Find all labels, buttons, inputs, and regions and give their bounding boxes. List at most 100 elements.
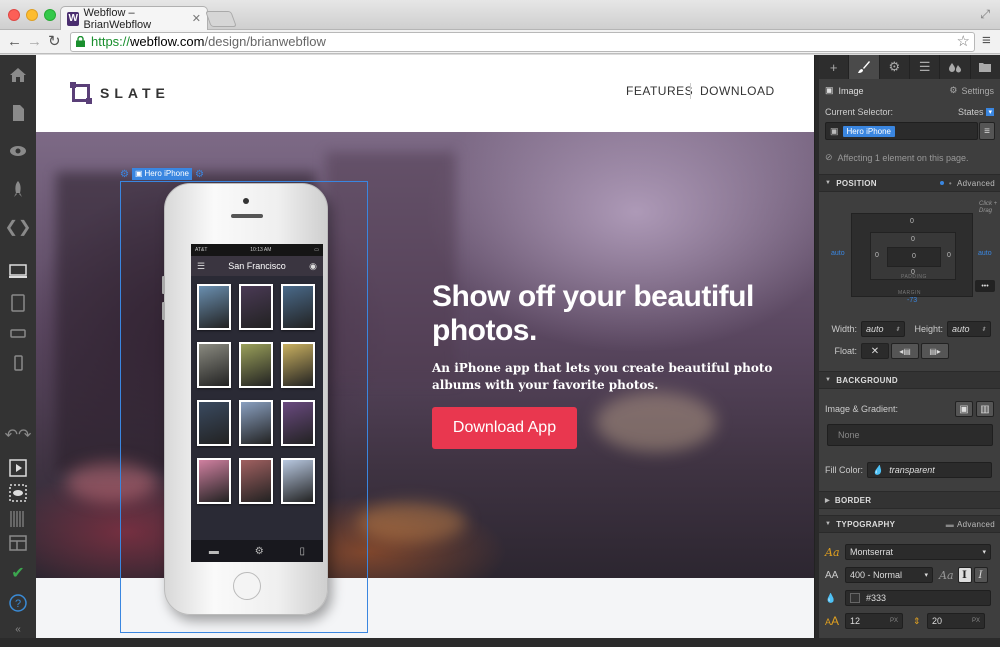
selector-field[interactable]: ▣ Hero iPhone xyxy=(825,122,978,140)
border-section-header[interactable]: ▶ BORDER xyxy=(819,491,1000,509)
selector-input[interactable]: ▣ Hero iPhone xyxy=(825,122,978,140)
navigator-tab[interactable]: ☰ xyxy=(910,55,941,79)
background-section-header[interactable]: ▼ BACKGROUND xyxy=(819,371,1000,389)
font-weight-select[interactable]: 400 - Normal ▾ xyxy=(845,567,933,583)
height-stepper-icon[interactable]: ⬍ xyxy=(981,326,986,333)
line-height-icon: ⇕ xyxy=(913,615,921,626)
settings-gear-icon[interactable]: ⚙ xyxy=(949,85,957,96)
code-icon[interactable]: ❮❯ xyxy=(0,209,36,245)
line-height-value: 20 xyxy=(932,616,943,626)
hero-subtitle[interactable]: An iPhone app that lets you create beaut… xyxy=(432,360,792,394)
download-app-button[interactable]: Download App xyxy=(432,407,577,449)
font-color-input[interactable]: #333 xyxy=(845,590,991,606)
lock-icon xyxy=(76,36,85,47)
padding-right-value[interactable]: 0 xyxy=(947,252,951,259)
selected-element-tag[interactable]: ⚙ ▣ Hero iPhone ⚙ xyxy=(120,168,204,180)
padding-left-value[interactable]: 0 xyxy=(875,252,879,259)
bookmark-star-icon[interactable]: ☆ xyxy=(957,33,970,51)
font-family-select[interactable]: Montserrat ▾ xyxy=(845,544,991,560)
selector-chip[interactable]: Hero iPhone xyxy=(842,125,895,137)
box-model-editor[interactable]: 0 0 0 0 0 0 PADDING MARGIN xyxy=(851,213,973,297)
fill-color-input[interactable]: 💧 transparent xyxy=(867,462,993,478)
browser-menu-icon[interactable]: ≡ xyxy=(982,32,991,49)
site-navbar[interactable]: SLATE FEATURES DOWNLOAD xyxy=(36,55,814,132)
element-settings-icon[interactable]: ⚙ xyxy=(120,169,129,180)
nav-link-features[interactable]: FEATURES xyxy=(626,84,693,98)
position-advanced-toggle[interactable]: • Advanced xyxy=(939,179,995,188)
height-label: Height: xyxy=(914,324,943,334)
add-elements-tab[interactable]: + xyxy=(819,55,850,79)
margin-bottom-value[interactable]: -73 xyxy=(907,297,917,304)
desktop-view-icon[interactable] xyxy=(0,253,36,289)
modified-dot-icon xyxy=(939,181,944,185)
slate-logo-icon[interactable] xyxy=(70,82,92,104)
padding-box: 0 0 0 0 0 PADDING xyxy=(870,232,956,280)
zoom-window-button[interactable] xyxy=(44,9,56,21)
browser-tab[interactable]: W Webflow – BrianWebflow ✕ xyxy=(60,6,208,31)
forward-arrow-icon[interactable]: → xyxy=(27,32,42,52)
close-window-button[interactable] xyxy=(8,9,20,21)
width-input[interactable]: auto ⬍ xyxy=(861,321,905,337)
font-size-input[interactable]: 12 PX xyxy=(845,613,903,629)
more-options-button[interactable]: ••• xyxy=(975,280,995,292)
image-icon: ▣ xyxy=(134,169,143,178)
publish-rocket-icon[interactable] xyxy=(0,171,36,207)
assets-tab[interactable] xyxy=(971,55,1000,79)
float-right-button[interactable]: ▤▸ xyxy=(921,343,949,359)
home-icon[interactable] xyxy=(0,57,36,93)
states-dropdown-icon[interactable]: ▾ xyxy=(986,108,994,116)
swatches-tab[interactable] xyxy=(940,55,971,79)
line-height-input[interactable]: 20 PX xyxy=(927,613,985,629)
font-family-icon: Aa xyxy=(825,545,840,559)
settings-link[interactable]: Settings xyxy=(961,86,994,96)
margin-left-value[interactable]: auto xyxy=(831,250,845,257)
selector-menu-icon[interactable]: ≡ xyxy=(979,122,995,140)
preview-eye-icon[interactable] xyxy=(0,133,36,169)
phone-view-icon[interactable] xyxy=(0,345,36,381)
width-stepper-icon[interactable]: ⬍ xyxy=(895,326,900,333)
minimize-window-button[interactable] xyxy=(26,9,38,21)
background-none: None xyxy=(838,430,860,440)
float-none-button[interactable]: ✕ xyxy=(861,343,889,359)
states-label[interactable]: States xyxy=(958,107,984,117)
font-size-unit[interactable]: PX xyxy=(890,618,898,624)
height-input[interactable]: auto ⬍ xyxy=(947,321,991,337)
image-gradient-label: Image & Gradient: xyxy=(825,404,899,414)
element-gear-icon[interactable]: ⚙ xyxy=(195,169,204,180)
hero-title[interactable]: Show off your beautiful photos. xyxy=(432,280,792,348)
nav-link-download[interactable]: DOWNLOAD xyxy=(700,84,775,98)
reload-icon[interactable]: ↻ xyxy=(48,32,61,52)
new-tab-button[interactable] xyxy=(205,11,237,27)
close-tab-icon[interactable]: ✕ xyxy=(192,12,201,25)
settings-tab[interactable]: ⚙ xyxy=(880,55,910,79)
collapse-icon[interactable]: « xyxy=(0,611,36,647)
address-bar[interactable]: https://webflow.com/design/brianwebflow … xyxy=(70,32,975,52)
position-section-header[interactable]: ▼ POSITION • Advanced xyxy=(819,174,1000,192)
italic-style-button[interactable]: I xyxy=(973,567,988,583)
selector-image-icon: ▣ xyxy=(830,125,839,136)
click-drag-hint: Click + Drag xyxy=(979,201,998,214)
margin-top-value[interactable]: 0 xyxy=(910,218,914,225)
margin-right-value[interactable]: auto xyxy=(978,250,992,257)
typography-section-header[interactable]: ▼ TYPOGRAPHY ▬ Advanced xyxy=(819,515,1000,533)
site-logo-text[interactable]: SLATE xyxy=(100,85,170,101)
background-layers-list[interactable]: None xyxy=(827,424,993,446)
upright-style-button[interactable]: I xyxy=(957,567,972,583)
design-canvas[interactable]: SLATE FEATURES DOWNLOAD Show off your be… xyxy=(36,55,814,638)
padding-top-value[interactable]: 0 xyxy=(911,236,915,243)
color-swatch[interactable] xyxy=(850,593,860,603)
add-gradient-icon[interactable]: ▥ xyxy=(976,401,994,417)
style-brush-tab[interactable] xyxy=(849,55,880,79)
typography-advanced-toggle[interactable]: ▬ Advanced xyxy=(946,520,995,529)
fullscreen-icon[interactable]: ⤢ xyxy=(980,7,990,22)
back-arrow-icon[interactable]: ← xyxy=(7,32,22,52)
selection-outline xyxy=(120,181,368,633)
pages-icon[interactable] xyxy=(0,95,36,131)
line-height-unit[interactable]: PX xyxy=(972,618,980,624)
float-left-button[interactable]: ◂▤ xyxy=(891,343,919,359)
undo-redo-icon[interactable]: ↶↷ xyxy=(0,417,36,453)
panel-scrollbar[interactable] xyxy=(815,55,819,638)
font-style-icon[interactable]: Aa xyxy=(939,569,954,582)
blurred-light xyxy=(596,392,716,452)
add-image-icon[interactable]: ▣ xyxy=(955,401,973,417)
